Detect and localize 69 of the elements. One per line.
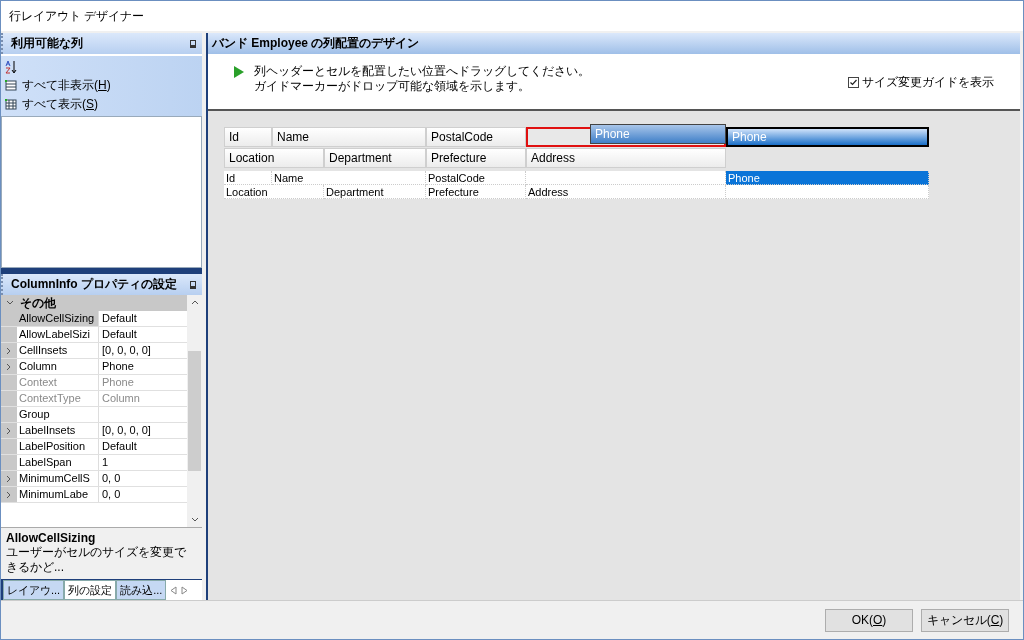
property-name[interactable]: MinimumLabe	[17, 487, 99, 502]
menu-item[interactable]: すべて非表示(H)	[22, 77, 111, 94]
property-name[interactable]: LabelSpan	[17, 455, 99, 470]
drag-preview-tooltip: Phone	[590, 124, 726, 144]
pin-icon[interactable]	[190, 280, 196, 289]
property-value[interactable]: 0, 0	[99, 487, 187, 502]
column-header[interactable]: Name	[272, 127, 426, 147]
description-text: ユーザーがセルのサイズを変更できるかど...	[6, 545, 187, 575]
pin-icon[interactable]	[190, 39, 196, 48]
column-header[interactable]: Department	[324, 148, 426, 168]
property-name[interactable]: AllowCellSizing	[17, 311, 99, 326]
property-name[interactable]: Column	[17, 359, 99, 374]
tab[interactable]: レイアウ...	[3, 580, 65, 600]
panel-title: 利用可能な列	[11, 35, 83, 52]
property-value[interactable]: Phone	[99, 359, 187, 374]
column-header[interactable]: Id	[224, 127, 272, 147]
panel-title: ColumnInfo プロパティの設定	[11, 276, 177, 293]
data-cell[interactable]: Id	[224, 171, 272, 185]
cancel-button[interactable]: キャンセル(C)	[921, 608, 1009, 632]
menu-item[interactable]: すべて表示(S)	[22, 96, 98, 113]
property-name[interactable]: LabelPosition	[17, 439, 99, 454]
table-icon	[5, 99, 17, 110]
scrollbar[interactable]	[187, 295, 202, 527]
scroll-right-icon[interactable]	[181, 585, 189, 595]
property-name[interactable]: AllowLabelSizi	[17, 327, 99, 342]
window-title: 行レイアウト デザイナー	[9, 7, 145, 25]
property-value[interactable]: Default	[99, 439, 187, 454]
instruction-text: ガイドマーカーがドロップ可能な領域を示します。	[254, 79, 531, 94]
data-cell[interactable]: Address	[526, 185, 726, 199]
category-row[interactable]: その他	[1, 295, 187, 311]
column-header[interactable]: Address	[526, 148, 726, 168]
column-header[interactable]: PostalCode	[426, 127, 526, 147]
property-value[interactable]: [0, 0, 0, 0]	[99, 423, 187, 438]
data-cell[interactable]: Prefecture	[426, 185, 526, 199]
sort-az-icon[interactable]	[5, 60, 17, 74]
scroll-down-icon[interactable]	[190, 516, 199, 524]
property-name[interactable]: MinimumCellS	[17, 471, 99, 486]
data-cell[interactable]: Name	[272, 171, 426, 185]
property-value[interactable]: 0, 0	[99, 471, 187, 486]
data-cell[interactable]: Location	[224, 185, 324, 199]
ok-button[interactable]: OK(O)	[825, 608, 913, 632]
data-cell[interactable]	[726, 185, 929, 199]
tab[interactable]: 読み込...	[116, 580, 167, 600]
tab[interactable]: 列の設定	[64, 580, 117, 600]
panel-title: バンド Employee の列配置のデザイン	[212, 35, 420, 52]
collapse-chevron-icon[interactable]	[6, 299, 14, 307]
property-name[interactable]: LabelInsets	[17, 423, 99, 438]
data-cell[interactable]	[526, 171, 726, 185]
play-icon	[234, 66, 244, 78]
property-value[interactable]: Default	[99, 311, 187, 326]
column-header[interactable]: Prefecture	[426, 148, 526, 168]
checkbox[interactable]	[848, 77, 859, 88]
description-title: AllowCellSizing	[6, 531, 97, 545]
property-value[interactable]: 1	[99, 455, 187, 470]
scroll-up-icon[interactable]	[190, 298, 199, 306]
scroll-left-icon[interactable]	[170, 585, 178, 595]
data-cell[interactable]: Department	[324, 185, 426, 199]
instruction-text: 列ヘッダーとセルを配置したい位置へドラッグしてください。	[254, 64, 591, 79]
checkbox-label[interactable]: サイズ変更ガイドを表示	[862, 74, 994, 91]
property-value[interactable]: Default	[99, 327, 187, 342]
list-icon	[5, 80, 17, 91]
property-name[interactable]: Group	[17, 407, 99, 422]
expand-chevron-icon[interactable]	[5, 426, 13, 435]
property-value[interactable]: [0, 0, 0, 0]	[99, 343, 187, 358]
data-cell[interactable]: PostalCode	[426, 171, 526, 185]
column-header[interactable]: Location	[224, 148, 324, 168]
data-cell[interactable]: Phone	[726, 171, 929, 185]
property-name[interactable]: CellInsets	[17, 343, 99, 358]
category-label: その他	[20, 295, 56, 312]
